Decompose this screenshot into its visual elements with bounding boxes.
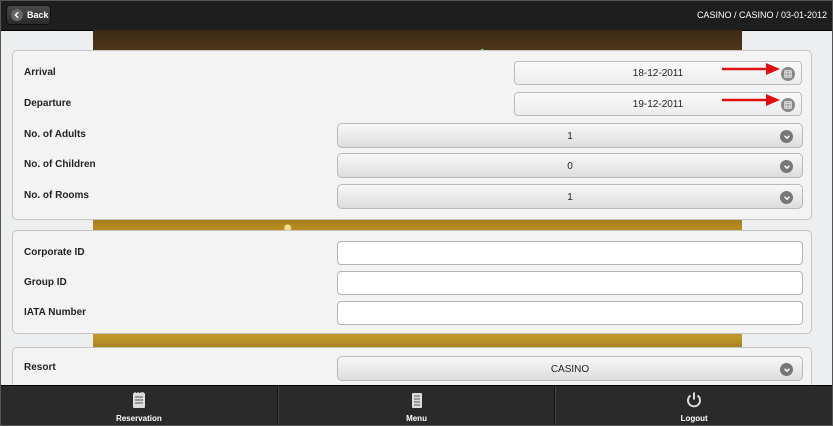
iata-number-label: IATA Number <box>24 307 87 318</box>
tab-menu[interactable]: Menu <box>277 386 556 425</box>
back-label: Back <box>27 10 49 20</box>
children-value: 0 <box>567 161 573 172</box>
resort-select[interactable]: CASINO <box>337 356 803 381</box>
breadcrumb: CASINO / CASINO / 03-01-2012 <box>696 10 827 20</box>
tab-reservation[interactable]: Reservation <box>1 386 278 425</box>
top-bar: Back CASINO / CASINO / 03-01-2012 <box>1 1 832 31</box>
chevron-down-icon <box>780 160 793 173</box>
corporate-id-label: Corporate ID <box>24 247 85 258</box>
arrival-label: Arrival <box>24 67 56 78</box>
calendar-icon[interactable] <box>781 67 795 81</box>
children-select[interactable]: 0 <box>337 153 803 178</box>
adults-label: No. of Adults <box>24 129 86 140</box>
rooms-select[interactable]: 1 <box>337 184 803 209</box>
app-window: Back CASINO / CASINO / 03-01-2012 Arriva… <box>0 0 833 426</box>
group-id-input[interactable] <box>337 271 803 295</box>
tab-logout[interactable]: Logout <box>555 386 832 425</box>
chevron-down-icon <box>780 130 793 143</box>
children-label: No. of Children <box>24 159 96 170</box>
corporate-id-input[interactable] <box>337 241 803 265</box>
iata-number-input[interactable] <box>337 301 803 325</box>
group-id-label: Group ID <box>24 277 67 288</box>
booking-codes-panel: Corporate ID Group ID IATA Number <box>12 230 812 334</box>
chevron-down-icon <box>780 191 793 204</box>
bottom-nav: Reservation Menu Logout <box>1 385 832 425</box>
resort-label: Resort <box>24 362 56 373</box>
adults-select[interactable]: 1 <box>337 123 803 148</box>
resort-value: CASINO <box>550 364 590 375</box>
annotation-arrow <box>722 63 780 75</box>
power-icon <box>687 392 702 408</box>
annotation-arrow <box>722 94 780 106</box>
adults-value: 1 <box>567 131 573 142</box>
calendar-icon[interactable] <box>781 98 795 112</box>
rooms-label: No. of Rooms <box>24 190 89 201</box>
tab-label: Reservation <box>115 414 162 423</box>
tab-label: Logout <box>680 414 708 423</box>
departure-label: Departure <box>24 98 72 109</box>
menu-list-icon <box>411 393 422 408</box>
chevron-left-icon <box>11 9 23 21</box>
stay-details-panel: Arrival 18-12-2011 Departure 19-12-2011 … <box>12 50 812 220</box>
rooms-value: 1 <box>567 192 573 203</box>
tab-label: Menu <box>406 414 427 423</box>
back-button[interactable]: Back <box>6 5 51 25</box>
notepad-icon <box>132 392 145 408</box>
chevron-down-icon <box>780 363 793 376</box>
